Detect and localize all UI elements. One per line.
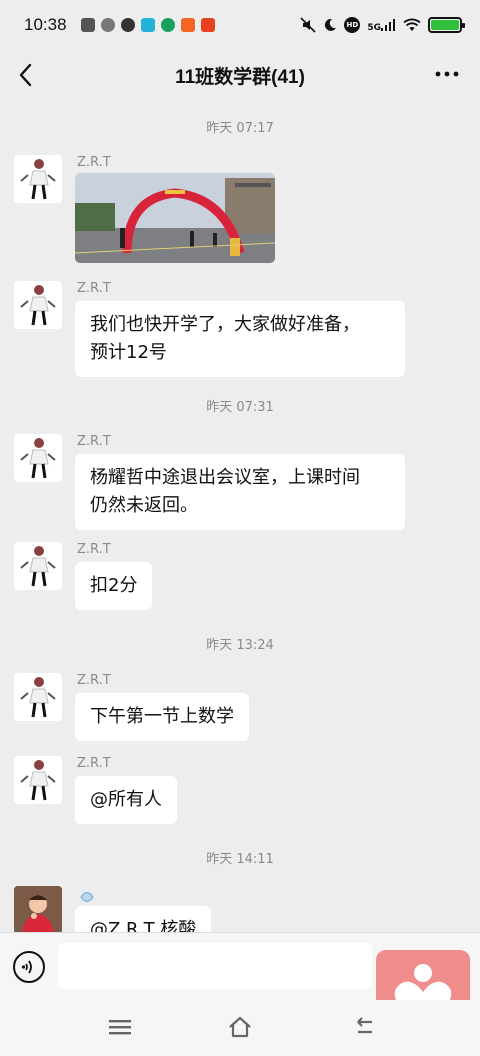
battery-level [431,20,459,30]
avatar[interactable] [14,542,62,590]
message-text-line: 杨耀哲中途退出会议室，上课时间 [90,467,360,488]
sender-name: Z.R.T [77,756,111,771]
avatar-child-photo-icon [14,886,62,932]
app-notification-icon [180,18,195,32]
avatar-figure-icon [20,546,56,587]
app-notification-icon [160,18,175,32]
signal-icon [381,19,395,31]
message-timestamp: 昨天 07:17 [206,121,274,136]
message-item: Z.R.T 杨耀哲中途退出会议室，上课时间 仍然未返回。 [14,434,466,530]
avatar[interactable] [14,886,62,932]
battery-icon [428,17,465,33]
app-notification-icon [80,18,95,32]
image-message[interactable] [75,173,275,263]
app-notification-icon [200,18,215,32]
message-text-line: 预计12号 [90,342,167,363]
message-timestamp: 昨天 13:24 [206,638,274,653]
message-input[interactable] [58,943,372,989]
mute-icon [300,17,316,33]
sender-name: Z.R.T [77,673,111,688]
chat-header: 11班数学群(41) [0,50,480,100]
text-message-bubble[interactable]: 我们也快开学了，大家做好准备， 预计12号 [75,301,405,377]
app-notification-icon [120,18,135,32]
wifi-icon [403,18,421,31]
message-text-line: 我们也快开学了，大家做好准备， [90,314,360,335]
moon-icon [325,18,337,31]
avatar-figure-icon [20,677,56,718]
message-text-line: 下午第一节上数学 [90,706,234,727]
school-gate-photo [75,173,275,263]
status-indicators: HD 5G [300,17,465,33]
app-notification-icon [140,18,155,32]
sender-name: Z.R.T [77,542,111,557]
hd-badge: HD [344,17,361,33]
text-message-bubble[interactable]: 扣2分 [75,562,153,610]
menu-icon[interactable] [107,1014,133,1040]
text-message-bubble[interactable]: 下午第一节上数学 [75,693,249,741]
message-item: Z.R.T 下午第一节上数学 [14,673,466,743]
app-notification-icon [100,18,115,32]
status-bar: 10:38 HD 5G [0,0,480,50]
system-nav-bar [0,1000,480,1056]
avatar-figure-icon [20,438,56,479]
avatar-figure-icon [20,159,56,200]
message-text-line: @所有人 [90,789,162,810]
status-app-icons [80,18,215,32]
back-icon[interactable] [14,60,38,90]
message-item: Z.R.T 我们也快开学了，大家做好准备， 预计12号 [14,281,466,377]
message-timestamp: 昨天 14:11 [206,852,274,867]
message-text-line: @Z.R.T 核酸 [90,919,197,932]
avatar-figure-icon [20,285,56,326]
message-list[interactable]: 昨天 07:17 Z.R.T Z.R.T 我们也快开学了，大家做好准备， 预计1… [0,100,480,932]
sender-name: Z.R.T [77,155,111,170]
message-text-line: 扣2分 [90,575,138,596]
avatar[interactable] [14,756,62,804]
sender-name: Z.R.T [77,434,111,449]
avatar-figure-icon [20,760,56,801]
chat-title: 11班数学群(41) [175,66,305,88]
message-item: Z.R.T 扣2分 [14,542,466,612]
text-message-bubble[interactable]: 杨耀哲中途退出会议室，上课时间 仍然未返回。 [75,454,405,530]
message-item: Z.R.T @所有人 [14,756,466,826]
avatar[interactable] [14,155,62,203]
message-item: @Z.R.T 核酸 [14,886,466,932]
message-item: Z.R.T [14,155,466,267]
avatar[interactable] [14,281,62,329]
back-nav-icon[interactable] [352,1014,374,1040]
avatar[interactable] [14,673,62,721]
text-message-bubble[interactable]: @Z.R.T 核酸 [75,906,212,932]
status-time: 10:38 [24,15,67,34]
sender-name: Z.R.T [77,281,111,296]
home-icon[interactable] [227,1014,253,1040]
sender-emoji-icon [80,892,94,902]
more-icon[interactable] [434,64,460,84]
avatar[interactable] [14,434,62,482]
message-text-line: 仍然未返回。 [90,495,198,516]
signal-label: 5G [367,23,381,33]
text-message-bubble[interactable]: @所有人 [75,776,177,824]
message-timestamp: 昨天 07:31 [206,400,274,415]
voice-input-button[interactable] [13,951,45,983]
voice-icon [21,960,32,974]
